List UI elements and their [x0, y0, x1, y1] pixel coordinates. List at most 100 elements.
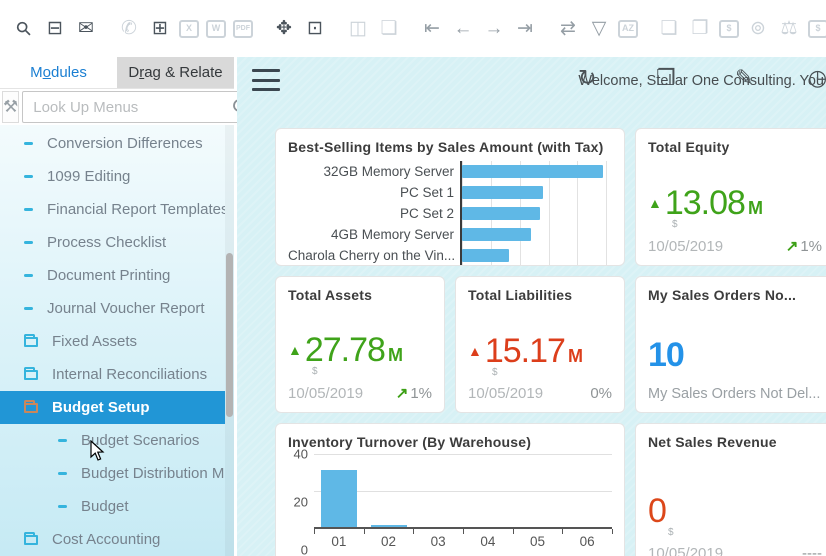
kpi-percent: 0%: [590, 385, 612, 402]
hamburger-menu-icon[interactable]: [252, 69, 280, 91]
document-currency-icon[interactable]: $: [808, 19, 826, 38]
card-total-equity[interactable]: Total Equity ▲13.08 M $ 10/05/2019 ↗ 1%: [635, 128, 826, 266]
move-icon[interactable]: ✥: [272, 17, 296, 41]
card-title: Total Liabilities: [468, 287, 573, 303]
kpi-value: 0 $: [648, 492, 674, 538]
bar: [462, 186, 543, 199]
sidebar-item-financial-report-templates[interactable]: Financial Report Templates: [0, 193, 225, 226]
kpi-date: 10/05/2019: [288, 385, 364, 402]
card-title: Inventory Turnover (By Warehouse): [288, 434, 532, 450]
wrench-icon: ⚒: [3, 97, 19, 116]
tab-modules-label: Modules: [30, 64, 87, 81]
bar-label: 32GB Memory Server: [323, 164, 454, 179]
sidebar-item-label: Conversion Differences: [47, 135, 203, 152]
sidebar-item-label: Process Checklist: [47, 234, 167, 251]
kpi-percent: ↗ 1%: [785, 238, 822, 255]
card-inventory-turnover[interactable]: Inventory Turnover (By Warehouse) 0 20 40 …: [275, 423, 625, 556]
sidebar-item-fixed-assets[interactable]: Fixed Assets: [0, 325, 225, 358]
sidebar-scrollbar[interactable]: [225, 125, 234, 556]
bar: [462, 228, 532, 241]
sidebar-item-document-printing[interactable]: Document Printing: [0, 259, 225, 292]
sidebar-item-budget-setup[interactable]: Budget Setup: [0, 391, 225, 424]
sidebar-item-budget-scenarios[interactable]: Budget Scenarios: [0, 424, 225, 457]
export-excel-icon[interactable]: X: [179, 19, 199, 38]
sidebar-item-internal-reconciliations[interactable]: Internal Reconciliations: [0, 358, 225, 391]
menu-search-input[interactable]: [33, 98, 233, 116]
x-tick-label: 04: [480, 534, 496, 549]
next-record-icon[interactable]: →: [482, 17, 506, 41]
card-title: Net Sales Revenue: [648, 434, 777, 450]
sidebar-item-1099-editing[interactable]: 1099 Editing: [0, 160, 225, 193]
payment-icon[interactable]: ⊚: [746, 17, 770, 41]
bar-label: 4GB Memory Server: [330, 227, 454, 242]
filter-icon[interactable]: ▽: [587, 17, 611, 41]
sidebar-item-budget[interactable]: Budget: [0, 490, 225, 523]
kpi-value: ▲15.17 M $: [468, 332, 583, 378]
sms-icon[interactable]: ✆: [117, 17, 141, 41]
trend-up-icon: ▲: [288, 342, 302, 358]
sort-icon[interactable]: AZ: [618, 19, 638, 38]
clock-icon[interactable]: ◷: [808, 65, 826, 91]
card-total-liabilities[interactable]: Total Liabilities ▲15.17 M $ 10/05/2019 0…: [455, 276, 625, 413]
journal-entry-icon[interactable]: ⚖: [777, 17, 801, 41]
sidebar-item-cost-accounting[interactable]: Cost Accounting: [0, 523, 225, 556]
kpi-percent: ↗ 1%: [395, 385, 432, 402]
email-icon[interactable]: ✉: [74, 17, 98, 41]
dash-icon: [58, 472, 67, 475]
refresh-icon[interactable]: ⇄: [556, 17, 580, 41]
first-record-icon[interactable]: ⇤: [420, 17, 444, 41]
sidebar-item-budget-distribution-meth[interactable]: Budget Distribution Meth: [0, 457, 225, 490]
dash-icon: [24, 142, 33, 145]
export-word-icon[interactable]: W: [206, 19, 226, 38]
trend-up-icon: ▲: [468, 343, 482, 359]
trend-arrow-icon: ↗: [395, 385, 409, 402]
refresh-dashboard-icon[interactable]: ↻: [578, 65, 596, 91]
menu-search-row: ⚒: [0, 89, 258, 125]
card-best-selling-items[interactable]: Best-Selling Items by Sales Amount (with…: [275, 128, 625, 266]
tab-modules[interactable]: Modules: [0, 57, 117, 88]
trend-arrow-icon: ↗: [785, 238, 799, 255]
card-total-assets[interactable]: Total Assets ▲27.78 M $ 10/05/2019 ↗ 1%: [275, 276, 445, 413]
dash-icon: [24, 175, 33, 178]
previous-record-icon[interactable]: ←: [451, 17, 475, 41]
sidebar-item-label: Fixed Assets: [52, 333, 138, 350]
inventory-turnover-chart: 0 20 40 01 02 03 04 05 06: [288, 447, 613, 556]
tab-drag-relate[interactable]: Drag & Relate: [117, 57, 234, 88]
bar: [320, 470, 357, 527]
dash-icon: [24, 274, 33, 277]
sidebar-item-conversion-differences[interactable]: Conversion Differences: [0, 127, 225, 160]
sidebar: Modules Drag & Relate ⚒ Conversion Diffe…: [0, 57, 258, 556]
card-title: Best-Selling Items by Sales Amount (with…: [288, 139, 604, 155]
main-toolbar: ⚲⊟✉✆⊞XWPDF✥⊡◫❏⇤←→⇥⇄▽AZ❏❐$⊚⚖$⚲✎❑: [0, 0, 826, 57]
dash-icon: [24, 208, 33, 211]
settings-button[interactable]: ⚒: [2, 91, 20, 123]
find-icon[interactable]: ◫: [346, 17, 370, 41]
edit-dashboard-icon[interactable]: ✎: [735, 65, 753, 91]
x-tick-label: 06: [579, 534, 595, 549]
dash-icon: [24, 241, 33, 244]
card-net-sales-revenue[interactable]: Net Sales Revenue 0 $ 10/05/2019 ----: [635, 423, 826, 556]
open-window-icon[interactable]: ❐: [656, 65, 676, 91]
currency-symbol: $: [672, 219, 678, 230]
payment-means-icon[interactable]: $: [719, 19, 739, 38]
fax-icon[interactable]: ⊞: [148, 17, 172, 41]
mouse-cursor: [90, 440, 105, 461]
folder-icon: [24, 333, 38, 347]
add-record-icon[interactable]: ❏: [377, 17, 401, 41]
bar: [462, 249, 510, 262]
sidebar-scrollbar-thumb[interactable]: [226, 253, 233, 417]
kpi-subtitle: My Sales Orders Not Del...: [648, 386, 821, 402]
sidebar-item-journal-voucher-report[interactable]: Journal Voucher Report: [0, 292, 225, 325]
document-in-icon[interactable]: ❏: [657, 17, 681, 41]
print-icon[interactable]: ⊟: [43, 17, 67, 41]
lock-screen-icon[interactable]: ⊡: [303, 17, 327, 41]
card-title: My Sales Orders No...: [648, 287, 797, 303]
export-pdf-icon[interactable]: PDF: [233, 19, 253, 38]
find-document-icon[interactable]: ⚲: [7, 12, 41, 46]
document-out-icon[interactable]: ❐: [688, 17, 712, 41]
card-my-sales-orders[interactable]: My Sales Orders No... 10 My Sales Orders…: [635, 276, 826, 413]
dash-icon: [58, 505, 67, 508]
sidebar-item-process-checklist[interactable]: Process Checklist: [0, 226, 225, 259]
last-record-icon[interactable]: ⇥: [513, 17, 537, 41]
currency-symbol: $: [312, 366, 318, 377]
